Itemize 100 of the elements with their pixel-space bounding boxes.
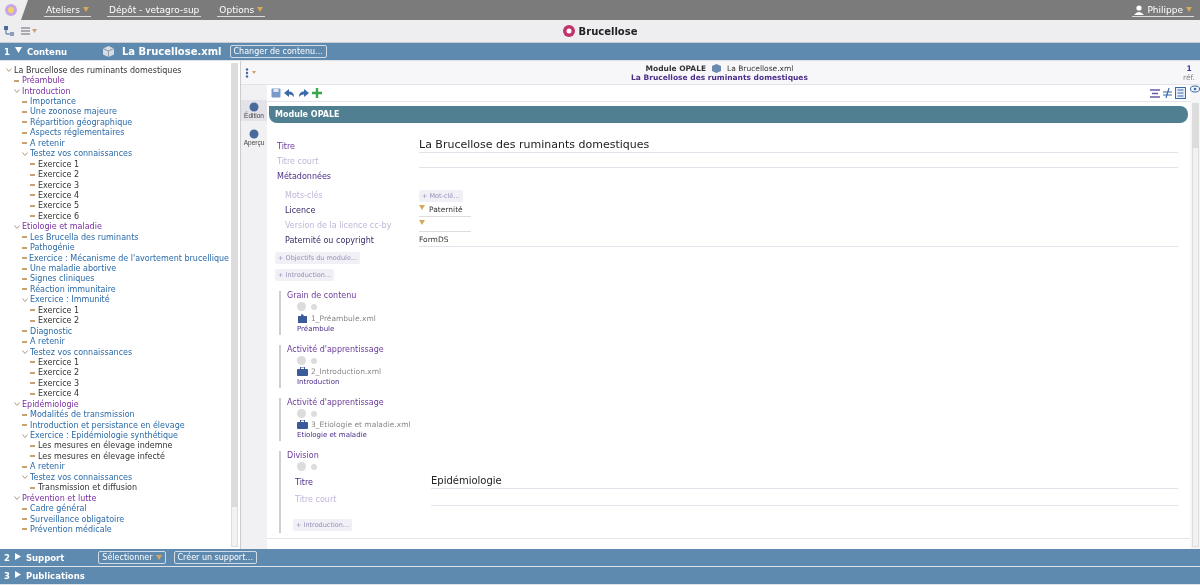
tree-item[interactable]: Exercice 4 bbox=[38, 190, 80, 200]
dash-icon[interactable] bbox=[22, 528, 28, 531]
chevron-icon[interactable] bbox=[14, 89, 20, 94]
tree-item[interactable]: Les mesures en élevage infecté bbox=[38, 451, 165, 461]
save-icon[interactable] bbox=[271, 88, 281, 98]
tree-item[interactable]: Exercice 4 bbox=[38, 389, 80, 399]
tree-item[interactable]: Réaction immunitaire bbox=[30, 284, 116, 294]
menu-button[interactable]: Ateliers bbox=[44, 3, 91, 17]
change-content-button[interactable]: Changer de contenu... bbox=[229, 45, 327, 58]
tree-item[interactable]: Les Brucella des ruminants bbox=[30, 232, 139, 242]
dash-icon[interactable] bbox=[30, 309, 36, 312]
dash-icon[interactable] bbox=[22, 236, 28, 239]
scrollbar[interactable] bbox=[231, 63, 238, 547]
undo-icon[interactable] bbox=[284, 88, 295, 98]
menu-button[interactable]: Options bbox=[217, 3, 266, 17]
chevron-icon[interactable] bbox=[14, 496, 20, 501]
redo-icon[interactable] bbox=[298, 88, 309, 98]
dash-icon[interactable] bbox=[22, 330, 28, 333]
tree-item[interactable]: Exercice 2 bbox=[38, 368, 80, 378]
chevron-icon[interactable] bbox=[14, 402, 20, 407]
support-section-toggle[interactable]: 2 Support bbox=[4, 552, 65, 563]
text-field[interactable]: La Brucellose des ruminants domestiques bbox=[419, 138, 1178, 153]
dash-icon[interactable] bbox=[30, 371, 36, 374]
chevron-icon[interactable] bbox=[22, 433, 28, 438]
select-field[interactable] bbox=[419, 220, 471, 232]
more-icon[interactable] bbox=[245, 67, 257, 78]
tree-item[interactable]: Introduction et persistance en élevage bbox=[30, 420, 185, 430]
tree-item[interactable]: Prévention médicale bbox=[30, 524, 112, 534]
tree-item[interactable]: Importance bbox=[30, 97, 76, 107]
tree-item[interactable]: Testez vos connaissances bbox=[30, 472, 133, 482]
tree-item[interactable]: Aspects réglementaires bbox=[30, 128, 125, 138]
tree-item[interactable]: Exercice 2 bbox=[38, 170, 80, 180]
document-icon[interactable] bbox=[1175, 87, 1186, 99]
dash-icon[interactable] bbox=[30, 319, 36, 322]
tree-item[interactable]: A retenir bbox=[30, 138, 65, 148]
not-equal-icon[interactable] bbox=[1163, 88, 1172, 98]
dash-icon[interactable] bbox=[22, 465, 28, 468]
tree-item[interactable]: Exercice 1 bbox=[38, 305, 80, 315]
tree-item[interactable]: A retenir bbox=[30, 462, 65, 472]
create-support-button[interactable]: Créer un support... bbox=[173, 551, 257, 564]
tree-item[interactable]: Etiologie et maladie bbox=[22, 222, 102, 232]
tree-item[interactable]: Epidémiologie bbox=[22, 399, 79, 409]
tree-item[interactable]: Diagnostic bbox=[30, 326, 73, 336]
publications-section-toggle[interactable]: 3 Publications bbox=[4, 570, 85, 581]
dash-icon[interactable] bbox=[22, 142, 28, 145]
dash-icon[interactable] bbox=[30, 204, 36, 207]
content-section-toggle[interactable]: 1 Contenu bbox=[4, 46, 67, 57]
tree-item[interactable]: Surveillance obligatoire bbox=[30, 514, 125, 524]
tree-item[interactable]: Une zoonose majeure bbox=[30, 107, 117, 117]
add-icon[interactable] bbox=[312, 88, 322, 98]
chevron-icon[interactable] bbox=[22, 151, 28, 156]
menu-button[interactable]: Dépôt - vetagro-sup bbox=[107, 3, 202, 17]
chevron-icon[interactable] bbox=[22, 475, 28, 480]
tree-item[interactable]: Les mesures en élevage indemne bbox=[38, 441, 173, 451]
chevron-icon[interactable] bbox=[22, 297, 28, 302]
chevron-icon[interactable] bbox=[22, 350, 28, 355]
eye-icon[interactable] bbox=[1190, 85, 1200, 93]
dash-icon[interactable] bbox=[22, 277, 28, 280]
dash-icon[interactable] bbox=[30, 173, 36, 176]
dash-icon[interactable] bbox=[22, 110, 28, 113]
dash-icon[interactable] bbox=[30, 444, 36, 447]
tree-item[interactable]: Testez vos connaissances bbox=[30, 149, 133, 159]
tree-item[interactable]: Exercice : Immunité bbox=[30, 295, 110, 305]
dash-icon[interactable] bbox=[22, 288, 28, 291]
dash-icon[interactable] bbox=[22, 246, 28, 249]
tree-view-icon[interactable] bbox=[4, 25, 15, 37]
tree-item[interactable]: Cadre général bbox=[30, 504, 87, 514]
tree-item[interactable]: Exercice 6 bbox=[38, 211, 80, 221]
tree-item[interactable]: Exercice 2 bbox=[38, 316, 80, 326]
dash-icon[interactable] bbox=[30, 215, 36, 218]
tree-item[interactable]: Répartition géographique bbox=[30, 117, 133, 127]
dash-icon[interactable] bbox=[30, 194, 36, 197]
tree-item[interactable]: Prévention et lutte bbox=[22, 493, 97, 503]
tree-item[interactable]: Exercice 1 bbox=[38, 357, 80, 367]
dash-icon[interactable] bbox=[22, 507, 28, 510]
tree-item[interactable]: Exercice : Epidémiologie synthétique bbox=[30, 431, 178, 441]
scrollbar[interactable] bbox=[1191, 103, 1199, 547]
dash-icon[interactable] bbox=[30, 184, 36, 187]
tree-item[interactable]: Exercice 3 bbox=[38, 378, 80, 388]
dash-icon[interactable] bbox=[22, 131, 28, 134]
dash-icon[interactable] bbox=[22, 267, 28, 270]
dash-icon[interactable] bbox=[30, 361, 36, 364]
tree-item[interactable]: Exercice 1 bbox=[38, 159, 80, 169]
tree-item[interactable]: Pathogénie bbox=[30, 243, 75, 253]
menu-icon[interactable] bbox=[21, 27, 37, 35]
dash-icon[interactable] bbox=[22, 340, 28, 343]
user-menu[interactable]: Philippe bbox=[1132, 3, 1194, 17]
dash-icon[interactable] bbox=[22, 518, 28, 521]
dash-icon[interactable] bbox=[22, 121, 28, 124]
tree-item[interactable]: Introduction bbox=[22, 86, 71, 96]
dash-icon[interactable] bbox=[30, 486, 36, 489]
align-icon[interactable] bbox=[1150, 88, 1160, 98]
text-field[interactable]: Epidémiologie bbox=[431, 474, 1178, 489]
tree-item[interactable]: Signes cliniques bbox=[30, 274, 95, 284]
dash-icon[interactable] bbox=[22, 100, 28, 103]
dash-icon[interactable] bbox=[30, 382, 36, 385]
chevron-icon[interactable] bbox=[14, 224, 20, 229]
tree-item[interactable]: Testez vos connaissances bbox=[30, 347, 133, 357]
dash-icon[interactable] bbox=[30, 163, 36, 166]
dash-icon[interactable] bbox=[22, 257, 28, 260]
